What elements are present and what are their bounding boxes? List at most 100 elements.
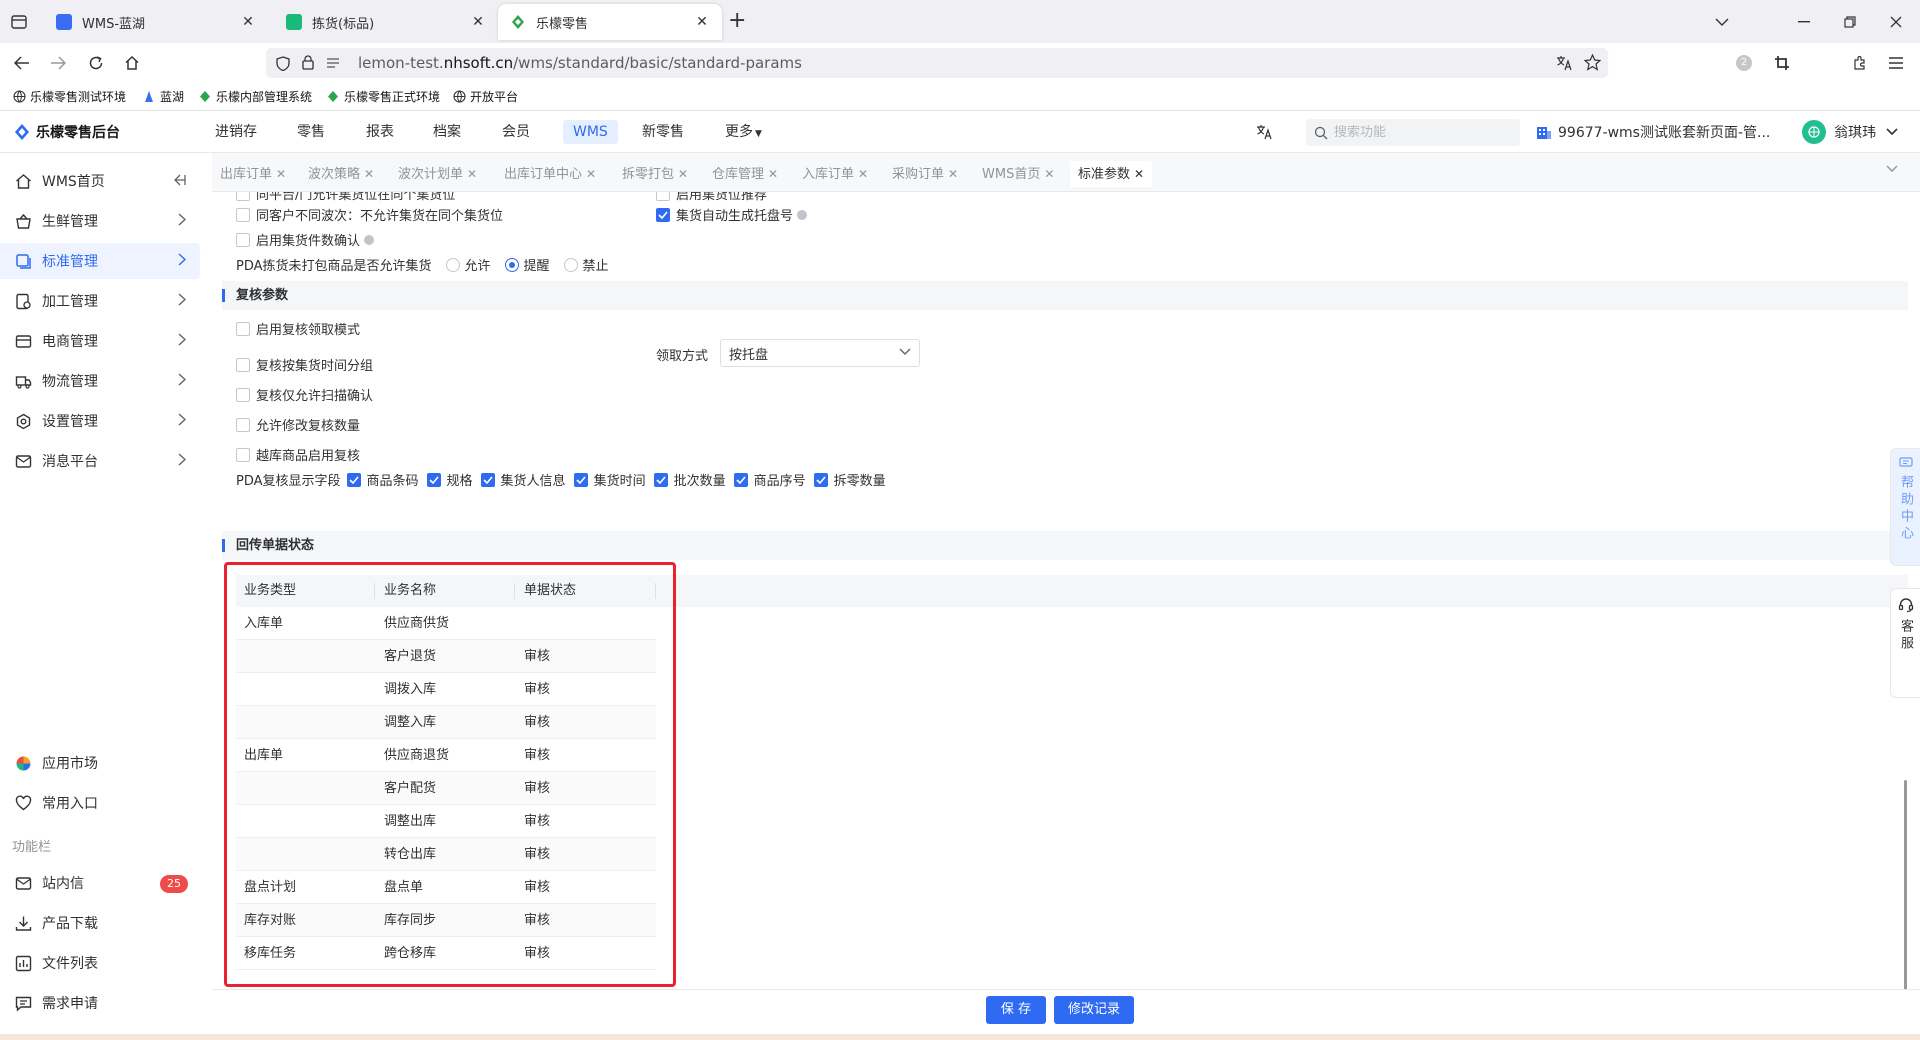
- nav-member[interactable]: 会员: [502, 111, 530, 153]
- page-tab-outbound-order[interactable]: 出库订单 ✕: [220, 161, 286, 187]
- sidebar-item-settings[interactable]: 设置管理: [0, 403, 200, 439]
- radio-label[interactable]: 提醒: [524, 255, 550, 274]
- review-option-modify-qty[interactable]: 允许修改复核数量: [236, 415, 360, 434]
- field-label[interactable]: 集货人信息: [501, 470, 566, 489]
- sidebar-item-logistics[interactable]: 物流管理: [0, 363, 200, 399]
- translate-icon[interactable]: [1556, 55, 1573, 71]
- close-icon[interactable]: ✕: [948, 167, 958, 181]
- crop-icon[interactable]: [1770, 51, 1794, 75]
- partial-row-left[interactable]: 同平台/门允许集货位在同个集货位: [236, 192, 455, 203]
- window-close-icon[interactable]: [1884, 10, 1908, 34]
- checkbox[interactable]: [236, 357, 250, 372]
- page-info-icon[interactable]: [326, 57, 340, 69]
- field-label[interactable]: 集货时间: [594, 470, 646, 489]
- account-switcher[interactable]: 99677-wms测试账套新页面-管...: [1536, 111, 1770, 153]
- field-label[interactable]: 规格: [447, 470, 473, 489]
- page-tab-wave-plan[interactable]: 波次计划单 ✕: [398, 161, 477, 187]
- claim-method-select[interactable]: 按托盘: [720, 339, 920, 367]
- page-tab-standard-params[interactable]: 标准参数 ✕: [1070, 161, 1153, 187]
- checkbox-checked[interactable]: [733, 472, 748, 487]
- browser-tab-lemon[interactable]: 乐檬零售 ✕: [498, 4, 722, 40]
- sidebar-item-ecommerce[interactable]: 电商管理: [0, 323, 200, 359]
- checkbox[interactable]: [236, 447, 250, 462]
- sidebar-app-market[interactable]: 应用市场: [0, 745, 200, 781]
- extensions-icon[interactable]: [1848, 51, 1872, 75]
- checkbox-checked[interactable]: [573, 472, 588, 487]
- reload-icon[interactable]: [84, 51, 108, 75]
- bookmark-star-icon[interactable]: [1584, 54, 1601, 71]
- checkbox-checked[interactable]: [656, 207, 670, 222]
- checkbox[interactable]: [236, 321, 250, 336]
- bookmark-internal[interactable]: 乐檬内部管理系统: [198, 88, 312, 105]
- bookmark-lemon-test[interactable]: 乐檬零售测试环境: [12, 88, 126, 105]
- nav-wms[interactable]: WMS: [563, 120, 618, 144]
- sidebar-requirement[interactable]: 需求申请: [0, 985, 200, 1021]
- new-tab-icon[interactable]: +: [728, 10, 746, 32]
- close-icon[interactable]: ✕: [768, 167, 778, 181]
- field-label[interactable]: 商品序号: [754, 470, 806, 489]
- function-search-input[interactable]: [1334, 125, 1504, 140]
- sidebar-common-entry[interactable]: 常用入口: [0, 785, 200, 821]
- field-label[interactable]: 拆零数量: [834, 470, 886, 489]
- nav-inventory[interactable]: 进销存: [215, 111, 257, 153]
- checkbox[interactable]: [236, 387, 250, 402]
- close-icon[interactable]: ✕: [470, 14, 486, 30]
- browser-tab-picking[interactable]: 拣货(标品) ✕: [274, 4, 498, 40]
- review-option-claim-mode[interactable]: 启用复核领取模式: [236, 319, 360, 338]
- restore-icon[interactable]: [1838, 10, 1862, 34]
- sidebar-file-list[interactable]: 文件列表: [0, 945, 200, 981]
- collapse-sidebar-icon[interactable]: [172, 173, 186, 187]
- tab-overflow-chevron-icon[interactable]: [1710, 10, 1734, 34]
- close-icon[interactable]: ✕: [467, 167, 477, 181]
- radio-label[interactable]: 禁止: [583, 255, 609, 274]
- partial-row-right[interactable]: 启用集货位推荐: [656, 192, 767, 203]
- checkbox[interactable]: [236, 192, 250, 201]
- close-icon[interactable]: ✕: [1134, 167, 1144, 181]
- bookmark-lanhu[interactable]: 蓝湖: [142, 88, 184, 105]
- setting-auto-pallet[interactable]: 集货自动生成托盘号: [656, 205, 808, 224]
- review-option-group-by-time[interactable]: 复核按集货时间分组: [236, 355, 373, 374]
- shield-icon[interactable]: [276, 56, 290, 71]
- forward-icon[interactable]: [46, 51, 70, 75]
- bookmark-lemon-prod[interactable]: 乐檬零售正式环境: [326, 88, 440, 105]
- radio-remind[interactable]: [504, 257, 519, 272]
- help-tooltip-icon[interactable]: [797, 209, 808, 220]
- checkbox[interactable]: [236, 207, 250, 222]
- close-icon[interactable]: ✕: [364, 167, 374, 181]
- checkbox-checked[interactable]: [346, 472, 361, 487]
- close-icon[interactable]: ✕: [858, 167, 868, 181]
- field-label[interactable]: 批次数量: [674, 470, 726, 489]
- nav-reports[interactable]: 报表: [366, 111, 394, 153]
- modify-history-button[interactable]: 修改记录: [1054, 996, 1134, 1024]
- close-icon[interactable]: ✕: [586, 167, 596, 181]
- address-bar[interactable]: lemon-test.nhsoft.cn/wms/standard/basic/…: [266, 48, 1608, 78]
- sidebar-item-messages[interactable]: 消息平台: [0, 443, 200, 479]
- app-menu-icon[interactable]: [1884, 51, 1908, 75]
- page-tab-outbound-center[interactable]: 出库订单中心 ✕: [504, 161, 596, 187]
- page-tab-purchase-order[interactable]: 采购订单 ✕: [892, 161, 958, 187]
- lock-icon[interactable]: [302, 55, 314, 70]
- close-icon[interactable]: ✕: [240, 14, 256, 30]
- browser-tab-lanhu[interactable]: WMS-蓝湖 ✕: [44, 4, 268, 40]
- close-icon[interactable]: ✕: [678, 167, 688, 181]
- content-scrollbar[interactable]: [1904, 780, 1907, 990]
- sidebar-item-processing[interactable]: 加工管理: [0, 283, 200, 319]
- tabs-dropdown-chevron-icon[interactable]: [1886, 165, 1898, 173]
- customer-service-button[interactable]: 客服: [1890, 588, 1920, 698]
- setting-confirm-count[interactable]: 启用集货件数确认: [236, 230, 375, 249]
- close-icon[interactable]: ✕: [694, 14, 710, 30]
- page-tab-wms-home[interactable]: WMS首页 ✕: [982, 161, 1054, 187]
- user-menu[interactable]: 翁琪玮: [1802, 111, 1898, 153]
- help-center-button[interactable]: 帮助中心: [1890, 448, 1920, 566]
- checkbox-checked[interactable]: [480, 472, 495, 487]
- field-label[interactable]: 商品条码: [367, 470, 419, 489]
- setting-different-wave[interactable]: 同客户不同波次：不允许集货在同个集货位: [236, 205, 503, 224]
- extension-badge[interactable]: 2: [1736, 55, 1752, 71]
- page-tab-wave-strategy[interactable]: 波次策略 ✕: [308, 161, 374, 187]
- back-icon[interactable]: [10, 51, 34, 75]
- sidebar-item-fresh[interactable]: 生鲜管理: [0, 203, 200, 239]
- radio-allow[interactable]: [445, 257, 460, 272]
- function-search[interactable]: [1306, 119, 1520, 146]
- page-tab-warehouse[interactable]: 仓库管理 ✕: [712, 161, 778, 187]
- sidebar-item-standard[interactable]: 标准管理: [0, 243, 200, 279]
